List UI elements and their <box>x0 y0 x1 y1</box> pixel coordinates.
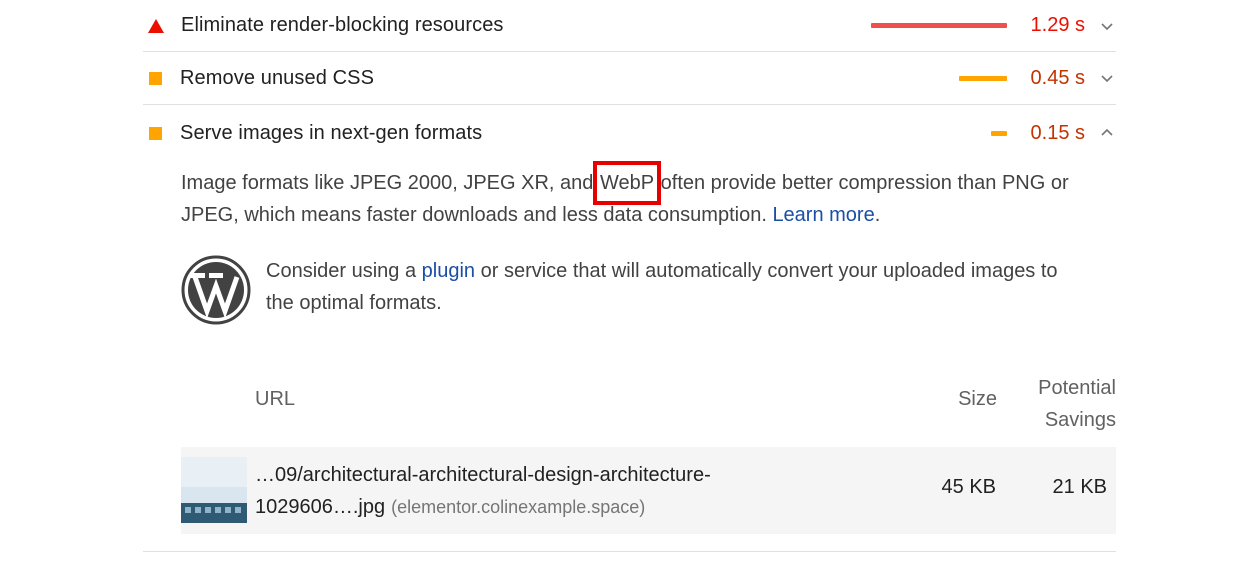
learn-more-link[interactable]: Learn more <box>772 204 874 226</box>
audit-savings: 0.45 s <box>1030 66 1085 89</box>
url-host: (elementor.colinexample.space) <box>391 497 646 517</box>
audit-unused-css[interactable]: Remove unused CSS 0.45 s <box>143 52 1116 105</box>
stack-pack-hint: Consider using a plugin or service that … <box>181 255 1116 327</box>
header-potential-savings: Potential Savings <box>1006 372 1116 436</box>
audit-list: Eliminate render-blocking resources 1.29… <box>143 0 1116 552</box>
stack-text: Consider using a <box>266 260 422 282</box>
url-line1: …09/architectural-architectural-design-a… <box>255 464 711 486</box>
audit-description: Image formats like JPEG 2000, JPEG XR, a… <box>181 161 1081 231</box>
url-line2: 1029606….jpg <box>255 496 386 518</box>
average-square-icon <box>149 71 162 85</box>
savings-bar <box>959 75 1007 81</box>
chevron-up-icon[interactable] <box>1100 126 1114 140</box>
size-cell: 45 KB <box>941 476 996 498</box>
details-table: URL Size Potential Savings …09/architect… <box>181 372 1116 534</box>
audit-render-blocking[interactable]: Eliminate render-blocking resources 1.29… <box>143 0 1116 52</box>
average-square-icon <box>149 126 162 140</box>
description-text: . <box>874 204 881 226</box>
divider <box>143 551 1116 552</box>
savings-bar <box>871 23 1007 28</box>
header-savings-line1: Potential <box>1038 377 1116 399</box>
savings-bar <box>991 130 1007 136</box>
header-savings-line2: Savings <box>1044 409 1116 431</box>
wordpress-logo-icon <box>181 255 251 325</box>
audit-details: Image formats like JPEG 2000, JPEG XR, a… <box>143 161 1116 327</box>
audit-title: Eliminate render-blocking resources <box>181 14 504 36</box>
audit-savings: 0.15 s <box>1030 121 1085 144</box>
table-row: …09/architectural-architectural-design-a… <box>181 447 1116 534</box>
header-url: URL <box>255 388 296 410</box>
image-thumbnail[interactable] <box>181 457 247 523</box>
chevron-down-icon[interactable] <box>1100 19 1114 33</box>
savings-cell: 21 KB <box>1052 476 1107 498</box>
audit-title: Serve images in next-gen formats <box>180 121 483 144</box>
plugin-link[interactable]: plugin <box>422 260 475 282</box>
url-cell: …09/architectural-architectural-design-a… <box>255 459 855 523</box>
webp-highlight: WebP <box>592 161 662 205</box>
audit-next-gen-formats[interactable]: Serve images in next-gen formats 0.15 s <box>143 105 1116 161</box>
fail-triangle-icon <box>148 18 164 33</box>
audit-savings: 1.29 s <box>1030 14 1085 36</box>
header-size: Size <box>958 388 997 410</box>
description-text: Image formats like JPEG 2000, JPEG XR, a… <box>181 172 599 194</box>
chevron-down-icon[interactable] <box>1100 71 1114 85</box>
table-header: URL Size Potential Savings <box>181 372 1116 442</box>
audit-title: Remove unused CSS <box>180 66 375 89</box>
stack-pack-text: Consider using a plugin or service that … <box>266 255 1066 319</box>
